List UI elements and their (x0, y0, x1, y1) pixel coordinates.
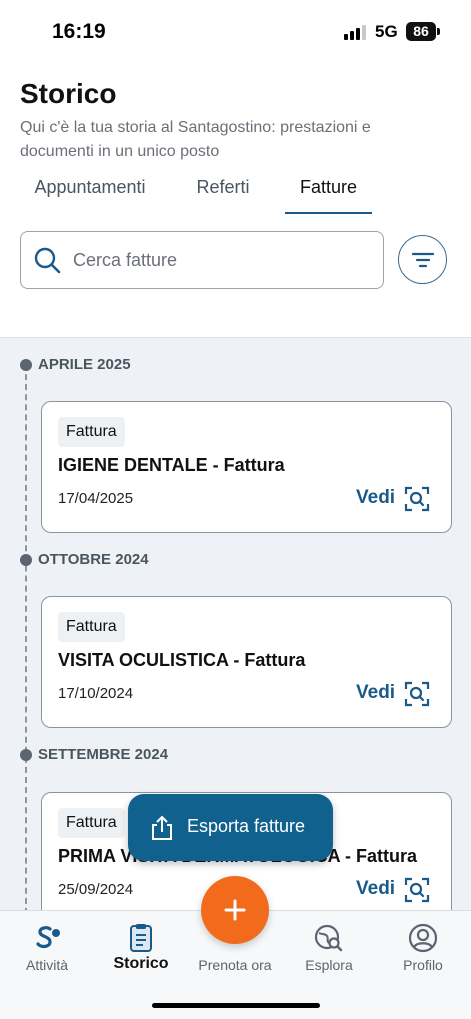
globe-search-icon (314, 924, 343, 952)
signal-icon (344, 24, 368, 40)
nav-label: Attività (25, 957, 68, 973)
document-list-icon (130, 924, 152, 952)
nav-item-attivita[interactable]: Attività (0, 911, 94, 991)
book-now-label[interactable]: Prenota ora (188, 957, 282, 973)
filter-icon (411, 252, 435, 268)
export-invoices-button[interactable]: Esporta fatture (128, 794, 333, 861)
view-button[interactable]: Vedi (356, 681, 438, 707)
invoice-badge: Fattura (58, 808, 125, 838)
tab-referti[interactable]: Referti (184, 172, 262, 214)
tab-bar: Appuntamenti Referti Fatture (0, 172, 471, 214)
search-icon (34, 247, 61, 274)
invoice-date: 25/09/2024 (58, 881, 134, 898)
filter-button[interactable] (398, 235, 447, 284)
invoice-card[interactable]: Fattura VISITA OCULISTICA - Fattura 17/1… (41, 596, 452, 728)
month-label: OTTOBRE 2024 (38, 551, 149, 568)
home-indicator (152, 1003, 320, 1008)
timeline-line (25, 364, 27, 911)
timeline-dot (20, 359, 32, 371)
santagostino-logo-icon (36, 926, 60, 949)
view-label: Vedi (356, 878, 396, 899)
status-bar: 16:19 5G 86 (0, 0, 471, 64)
network-type: 5G (375, 22, 398, 41)
view-label: Vedi (356, 487, 396, 508)
view-button[interactable]: Vedi (356, 486, 438, 512)
invoice-date: 17/10/2024 (58, 685, 134, 702)
timeline-dot (20, 554, 32, 566)
tab-appuntamenti[interactable]: Appuntamenti (20, 172, 160, 214)
page-title: Storico (20, 78, 117, 109)
invoice-title: IGIENE DENTALE - Fattura (58, 455, 285, 475)
nav-label: Esplora (305, 957, 353, 973)
battery-icon: 86 (406, 22, 436, 41)
timeline-dot (20, 749, 32, 761)
view-button[interactable]: Vedi (356, 877, 438, 903)
invoice-badge: Fattura (58, 612, 125, 642)
share-icon (152, 815, 172, 840)
month-label: SETTEMBRE 2024 (38, 746, 169, 763)
invoice-badge: Fattura (58, 417, 125, 447)
nav-label: Storico (113, 955, 169, 972)
page-subtitle: Qui c'è la tua storia al Santagostino: p… (20, 119, 371, 160)
invoice-card[interactable]: Fattura IGIENE DENTALE - Fattura 17/04/2… (41, 401, 452, 533)
view-document-icon (404, 877, 430, 903)
nav-item-profilo[interactable]: Profilo (376, 911, 470, 991)
battery-cap (437, 28, 440, 35)
tab-fatture[interactable]: Fatture (285, 172, 372, 214)
user-circle-icon (408, 923, 438, 953)
view-document-icon (404, 681, 430, 707)
export-label: Esporta fatture (187, 816, 306, 836)
nav-item-esplora[interactable]: Esplora (282, 911, 376, 991)
search-box[interactable] (20, 231, 384, 289)
search-input[interactable] (73, 242, 373, 278)
invoice-date: 17/04/2025 (58, 490, 134, 507)
nav-item-storico[interactable]: Storico (94, 911, 188, 991)
nav-label: Profilo (403, 957, 443, 973)
view-label: Vedi (356, 682, 396, 703)
status-time: 16:19 (52, 20, 106, 43)
month-label: APRILE 2025 (38, 356, 131, 373)
plus-icon (224, 899, 246, 921)
view-document-icon (404, 486, 430, 512)
invoice-title: VISITA OCULISTICA - Fattura (58, 650, 306, 670)
book-now-button[interactable] (201, 876, 269, 944)
